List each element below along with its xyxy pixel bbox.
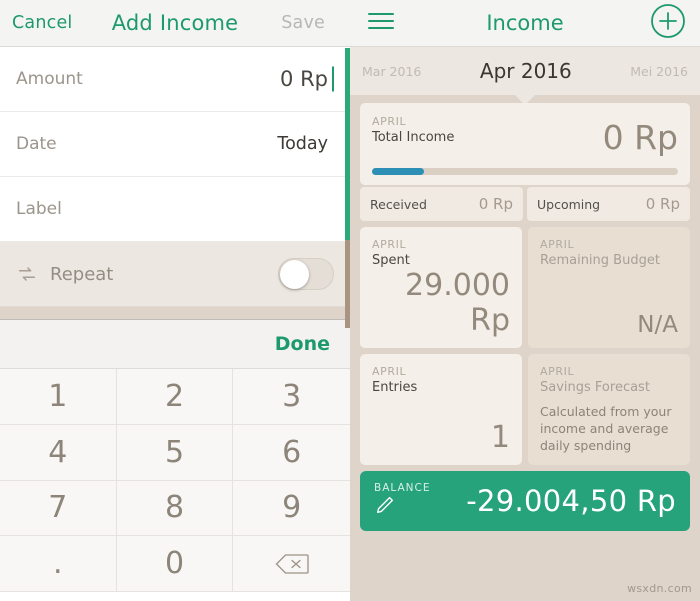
repeat-row[interactable]: Repeat bbox=[0, 242, 350, 307]
key-5[interactable]: 5 bbox=[116, 424, 234, 481]
key-9[interactable]: 9 bbox=[233, 480, 350, 537]
panel-gap bbox=[0, 307, 350, 319]
spent-value: 29.000 Rp bbox=[405, 268, 510, 338]
add-income-panel: Cancel Add Income Save Amount 0 Rp Date … bbox=[0, 0, 350, 601]
repeat-toggle[interactable] bbox=[278, 258, 334, 290]
repeat-label: Repeat bbox=[50, 263, 114, 285]
backspace-icon bbox=[275, 553, 309, 575]
pencil-icon[interactable] bbox=[374, 494, 430, 520]
forecast-title: Savings Forecast bbox=[540, 380, 650, 395]
hamburger-icon[interactable] bbox=[368, 12, 394, 34]
total-income-title: Total Income bbox=[372, 130, 455, 145]
spent-period: APRIL bbox=[372, 238, 407, 251]
key-8[interactable]: 8 bbox=[116, 480, 234, 537]
right-nav-bar: Income bbox=[350, 0, 700, 47]
entries-value-wrap: 1 bbox=[372, 420, 510, 455]
page-title-income: Income bbox=[486, 11, 564, 35]
forecast-description: Calculated from your income and average … bbox=[540, 404, 672, 453]
income-progress-fill bbox=[372, 168, 425, 175]
watermark: wsxdn.com bbox=[627, 582, 692, 595]
entries-card[interactable]: APRIL Entries 1 bbox=[360, 354, 522, 465]
left-nav-bar: Cancel Add Income Save bbox=[0, 0, 350, 47]
income-progress-track bbox=[372, 168, 678, 175]
total-income-period: APRIL bbox=[372, 115, 407, 128]
remaining-budget-card[interactable]: APRIL Remaining Budget N/A bbox=[528, 227, 690, 348]
entries-title: Entries bbox=[372, 380, 418, 395]
key-0[interactable]: 0 bbox=[116, 536, 234, 592]
spent-card[interactable]: APRIL Spent 29.000 Rp bbox=[360, 227, 522, 348]
remaining-value-wrap: N/A bbox=[540, 312, 678, 338]
upcoming-cell[interactable]: Upcoming 0 Rp bbox=[527, 187, 690, 221]
balance-left: BALANCE bbox=[374, 482, 430, 520]
amount-row[interactable]: Amount 0 Rp bbox=[0, 47, 350, 112]
received-label: Received bbox=[370, 196, 427, 212]
month-current[interactable]: Apr 2016 bbox=[480, 59, 572, 83]
key-6[interactable]: 6 bbox=[233, 424, 350, 481]
balance-card[interactable]: BALANCE -29.004,50 Rp bbox=[360, 470, 690, 531]
save-button[interactable]: Save bbox=[281, 13, 325, 33]
numeric-keypad: 1 2 3 4 5 6 7 8 9 . 0 bbox=[0, 369, 350, 592]
label-row[interactable]: Label bbox=[0, 177, 350, 242]
spent-value-wrap: 29.000 Rp bbox=[372, 268, 510, 338]
date-row[interactable]: Date Today bbox=[0, 112, 350, 177]
upcoming-label: Upcoming bbox=[537, 196, 601, 212]
total-income-value: 0 Rp bbox=[602, 118, 678, 157]
remaining-period: APRIL bbox=[540, 238, 575, 251]
savings-forecast-card[interactable]: APRIL Savings Forecast Calculated from y… bbox=[528, 354, 690, 465]
amount-label: Amount bbox=[16, 69, 83, 89]
date-value[interactable]: Today bbox=[277, 134, 334, 154]
balance-label: BALANCE bbox=[374, 481, 431, 494]
total-income-card[interactable]: APRIL Total Income 0 Rp bbox=[360, 103, 690, 185]
received-upcoming-row: Received 0 Rp Upcoming 0 Rp bbox=[360, 187, 690, 221]
label-field-label: Label bbox=[16, 199, 62, 219]
key-3[interactable]: 3 bbox=[233, 369, 350, 425]
entries-value: 1 bbox=[490, 419, 510, 455]
income-overview-panel: Income Mar 2016 Apr 2016 Mei 2016 APRIL … bbox=[350, 0, 700, 601]
date-label: Date bbox=[16, 134, 57, 154]
entries-forecast-row: APRIL Entries 1 APRIL Savings Forecast C… bbox=[360, 354, 690, 465]
repeat-icon bbox=[16, 263, 38, 285]
add-income-button[interactable] bbox=[650, 3, 686, 43]
app-root: Cancel Add Income Save Amount 0 Rp Date … bbox=[0, 0, 700, 601]
remaining-value: N/A bbox=[637, 312, 678, 338]
amount-value: 0 Rp bbox=[280, 67, 328, 91]
spent-remaining-row: APRIL Spent 29.000 Rp APRIL Remaining Bu… bbox=[360, 227, 690, 348]
received-cell[interactable]: Received 0 Rp bbox=[360, 187, 523, 221]
amount-input[interactable]: 0 Rp bbox=[280, 66, 334, 92]
entries-period: APRIL bbox=[372, 365, 407, 378]
done-button[interactable]: Done bbox=[275, 333, 330, 355]
summary-cards: APRIL Total Income 0 Rp Received 0 Rp Up… bbox=[350, 95, 700, 531]
month-next[interactable]: Mei 2016 bbox=[630, 64, 688, 79]
key-1[interactable]: 1 bbox=[0, 369, 117, 425]
remaining-title: Remaining Budget bbox=[540, 253, 660, 268]
forecast-period: APRIL bbox=[540, 365, 575, 378]
key-4[interactable]: 4 bbox=[0, 424, 117, 481]
keyboard-accessory-bar: Done bbox=[0, 319, 350, 369]
upcoming-value: 0 Rp bbox=[645, 195, 680, 213]
balance-value: -29.004,50 Rp bbox=[466, 483, 676, 518]
key-backspace[interactable] bbox=[233, 536, 350, 592]
cancel-button[interactable]: Cancel bbox=[12, 13, 73, 33]
received-value: 0 Rp bbox=[478, 195, 513, 213]
toggle-knob bbox=[280, 260, 309, 289]
key-2[interactable]: 2 bbox=[116, 369, 234, 425]
total-income-header: APRIL Total Income 0 Rp bbox=[372, 115, 678, 154]
key-decimal[interactable]: . bbox=[0, 536, 117, 592]
text-caret bbox=[332, 66, 334, 92]
spent-title: Spent bbox=[372, 253, 410, 268]
key-7[interactable]: 7 bbox=[0, 480, 117, 537]
month-selector: Mar 2016 Apr 2016 Mei 2016 bbox=[350, 47, 700, 105]
total-income-titles: APRIL Total Income bbox=[372, 115, 454, 145]
month-previous[interactable]: Mar 2016 bbox=[362, 64, 421, 79]
